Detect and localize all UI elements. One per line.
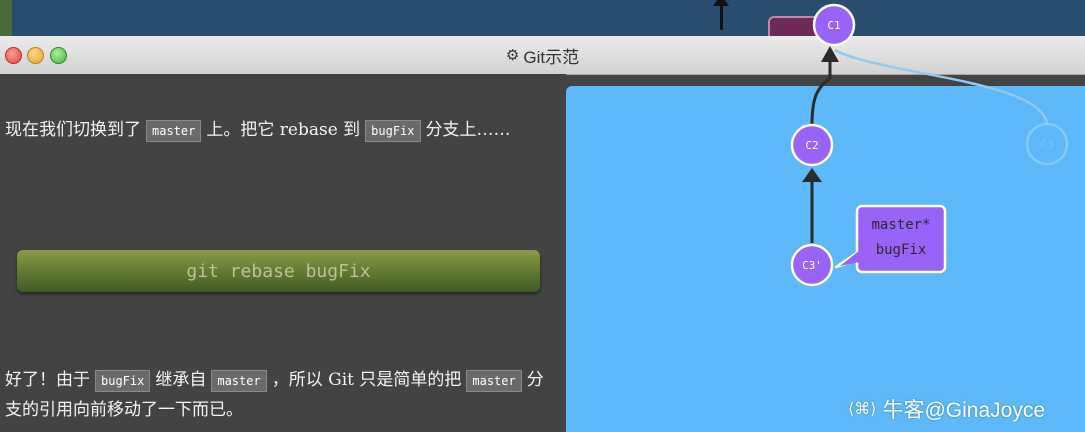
window-titlebar[interactable]: ⚙ Git示范 [0,36,1085,75]
command-text: git rebase bugFix [186,260,371,282]
code-bugfix: bugFix [95,369,151,392]
branch-label-bugfix: bugFix [876,242,927,258]
window-title-area: ⚙ Git示范 [0,36,1085,74]
lesson-paragraph-1: 现在我们切换到了 master 上。把它 rebase 到 bugFix 分支上…… [5,115,550,145]
commit-node-c3-prime[interactable]: C3' [790,243,834,287]
window-title: Git示范 [523,47,580,67]
text-segment: 分支上…… [425,120,511,140]
lesson-panel: 现在我们切换到了 master 上。把它 rebase 到 bugFix 分支上…… g… [0,74,566,432]
commit-label-c3: C3 [1040,138,1053,151]
commit-node-c1[interactable]: C1 [812,3,856,47]
commit-label-c2: C2 [805,139,818,152]
watermark-text: 牛客@GinaJoyce [882,399,1046,422]
commit-node-c2[interactable]: C2 [790,123,834,167]
nowcoder-logo-icon: ⟨⌘⟩ [848,401,877,418]
code-bugfix: bugFix [365,119,421,142]
code-master: master [146,119,202,142]
text-segment: 上。把它 rebase 到 [206,120,361,140]
commit-node-c3[interactable]: C3 [1025,122,1069,166]
code-master: master [466,369,522,392]
watermark: ⟨⌘⟩ 牛客@GinaJoyce [848,394,1078,424]
text-segment: 好了！由于 [5,370,90,390]
background-canvas-strip [0,0,1085,38]
background-arrow-head [713,0,729,6]
git-rebase-command-button[interactable]: git rebase bugFix [17,250,540,292]
commit-label-c1: C1 [827,19,840,32]
branch-label-master: master* [871,217,930,233]
lesson-paragraph-2: 好了！由于 bugFix 继承自 master ，所以 Git 只是简单的把 master… [5,365,550,425]
text-segment: 继承自 [155,370,207,390]
text-segment: ，所以 Git 只是简单的把 [271,370,462,390]
code-master: master [211,369,267,392]
text-segment: 现在我们切换到了 [5,120,141,140]
background-edge [0,0,12,38]
gear-icon: ⚙ [505,47,520,64]
commit-label-c3-prime: C3' [802,259,822,272]
